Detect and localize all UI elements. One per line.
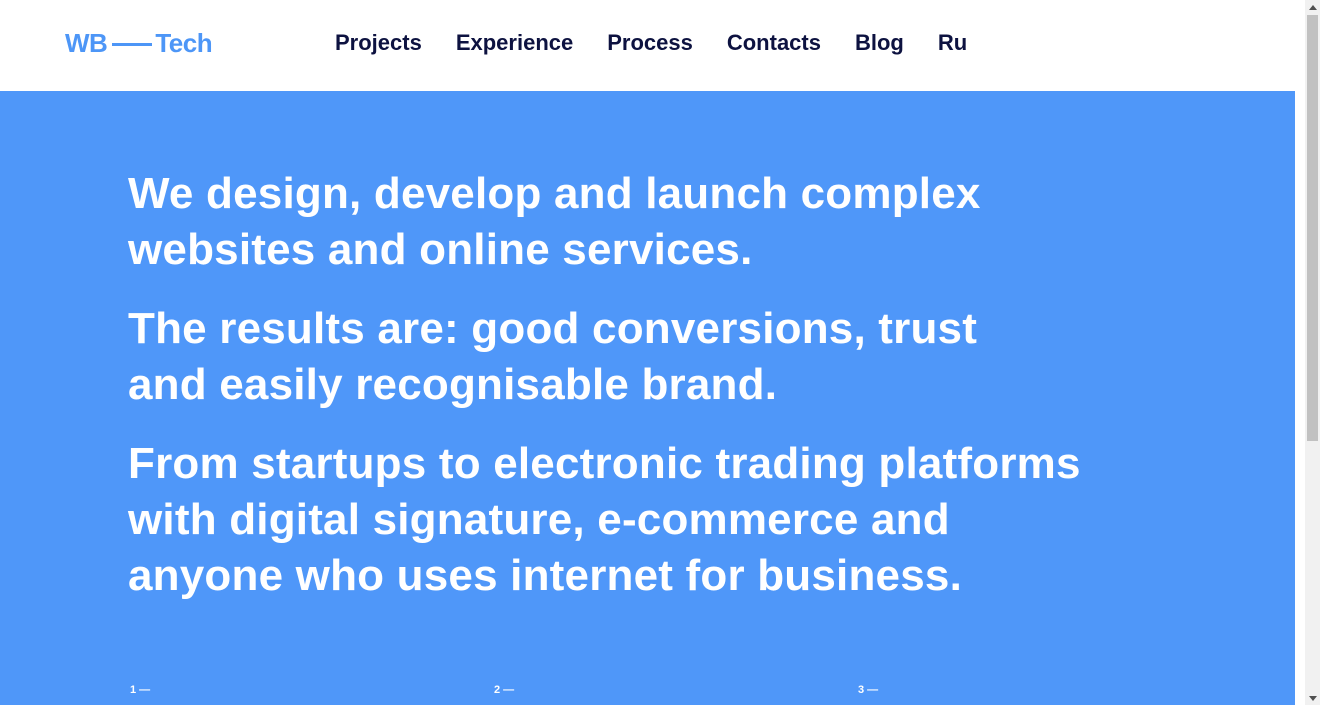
page: WB Tech Projects Experience Process Cont…: [0, 0, 1295, 705]
nav-process[interactable]: Process: [607, 27, 693, 59]
nav-experience[interactable]: Experience: [456, 27, 573, 59]
nav-blog[interactable]: Blog: [855, 27, 904, 59]
step-label-3: 3 —: [858, 684, 879, 696]
site-header: WB Tech Projects Experience Process Cont…: [0, 0, 1295, 91]
hero-line: We design, develop and launch complex: [128, 169, 981, 218]
scroll-down-arrow-icon[interactable]: [1305, 691, 1320, 705]
hero-paragraph-1: We design, develop and launch complex we…: [128, 166, 981, 278]
logo-wb: WB: [65, 28, 108, 58]
scrollbar-thumb[interactable]: [1307, 15, 1318, 441]
hero-paragraph-2: The results are: good conversions, trust…: [128, 301, 977, 413]
step-label-1: 1 —: [130, 684, 151, 696]
nav-contacts[interactable]: Contacts: [727, 27, 821, 59]
nav-projects[interactable]: Projects: [335, 27, 422, 59]
hero-line: and easily recognisable brand.: [128, 360, 778, 409]
logo-tech: Tech: [155, 28, 213, 58]
hero-line: From startups to electronic trading plat…: [128, 439, 1081, 488]
nav-language-ru[interactable]: Ru: [938, 27, 967, 59]
hero-paragraph-3: From startups to electronic trading plat…: [128, 436, 1081, 604]
hero-line: anyone who uses internet for business.: [128, 551, 962, 600]
hero-line: with digital signature, e-commerce and: [128, 495, 950, 544]
logo-link[interactable]: WB Tech: [65, 27, 213, 59]
logo-dash: [112, 42, 153, 46]
hero-section: We design, develop and launch complex we…: [0, 91, 1295, 705]
scroll-up-arrow-icon[interactable]: [1305, 0, 1320, 14]
main-nav: Projects Experience Process Contacts Blo…: [335, 27, 1001, 59]
vertical-scrollbar[interactable]: [1305, 0, 1320, 705]
hero-line: The results are: good conversions, trust: [128, 304, 978, 353]
step-label-2: 2 —: [494, 684, 515, 696]
hero-line: websites and online services.: [128, 225, 753, 274]
